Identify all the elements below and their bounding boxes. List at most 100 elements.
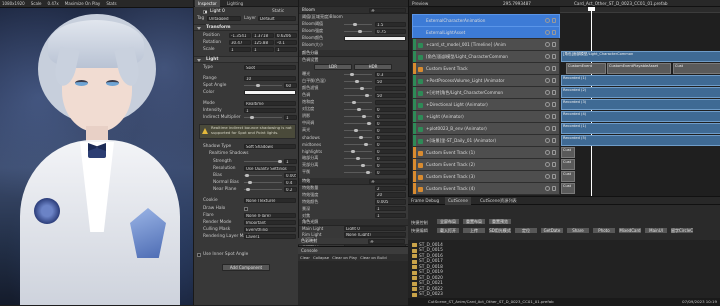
bloom-color-swatch[interactable]	[344, 35, 406, 41]
bias-slider[interactable]	[244, 173, 282, 177]
grading-field[interactable]: 50	[375, 78, 406, 84]
tab-lighting[interactable]: Lighting	[224, 0, 246, 7]
tab-console[interactable]: Console	[298, 247, 408, 254]
grading-field[interactable]: 0	[375, 134, 406, 140]
char-light-header[interactable]: 角色光照	[299, 219, 408, 226]
timeline-ruler[interactable]	[560, 7, 720, 13]
track-lock-icon[interactable]	[552, 54, 556, 59]
scale-value[interactable]: 0.47x	[48, 1, 59, 6]
clear-button[interactable]: Clear	[300, 254, 310, 261]
quick-edit-button[interactable]: SD用光模式	[488, 227, 512, 234]
quick-edit-button[interactable]: GetDate	[540, 227, 564, 234]
clear-on-build-button[interactable]: Clear on Build	[360, 254, 387, 261]
track-lock-icon[interactable]	[552, 66, 556, 71]
bloom-intensity-field[interactable]: 0.75	[375, 28, 406, 34]
track-lock-icon[interactable]	[552, 150, 556, 155]
grading-slider[interactable]	[344, 79, 372, 83]
clear-on-play-button[interactable]: Clear on Play	[332, 254, 357, 261]
rotation-y-field[interactable]: 125.88	[252, 39, 274, 45]
track-mute-icon[interactable]	[545, 150, 550, 155]
quick-edit-button[interactable]: 上传	[462, 227, 486, 234]
timeline-clip[interactable]: Recorded (2)	[561, 87, 720, 98]
grading-field[interactable]: 0	[375, 113, 406, 119]
tone-map-header[interactable]: 色彩映射 开	[298, 238, 408, 245]
spot-angle-slider[interactable]	[244, 83, 282, 87]
grading-slider[interactable]	[344, 149, 372, 153]
rotation-z-field[interactable]: -0.1	[275, 39, 297, 45]
grading-slider[interactable]	[344, 142, 372, 146]
timeline-clip[interactable]: Recorded (1)	[561, 123, 720, 134]
timeline-time-field[interactable]: 295.7993487	[503, 0, 531, 7]
grading-slider[interactable]	[344, 93, 372, 97]
quick-edit-button[interactable]: Share	[566, 227, 590, 234]
fx-field[interactable]: 0.005	[375, 199, 406, 205]
indirect-multiplier-slider[interactable]	[244, 115, 282, 119]
transform-header[interactable]: Transform	[194, 24, 298, 31]
timeline-clip[interactable]: CustomEvent	[566, 63, 606, 74]
grading-field[interactable]: 0	[375, 162, 406, 168]
draw-halo-checkbox[interactable]	[244, 206, 248, 211]
track-mute-icon[interactable]	[545, 162, 550, 167]
fx-field[interactable]: 2	[375, 185, 406, 191]
track-mute-icon[interactable]	[545, 186, 550, 191]
maximize-on-play-toggle[interactable]: Maximize On Play	[65, 1, 101, 6]
grading-slider[interactable]	[344, 121, 372, 125]
grading-slider[interactable]	[344, 100, 372, 104]
quick-edit-button[interactable]: 留字CircleChess	[670, 227, 694, 234]
grading-field[interactable]: 0	[375, 155, 406, 161]
grading-slider[interactable]	[344, 107, 372, 111]
strength-field[interactable]: 1	[284, 158, 297, 164]
resolution-dropdown[interactable]: 1080x1920	[2, 1, 25, 6]
bloom-threshold-field[interactable]: 1.5	[375, 21, 406, 27]
quick-edit-button[interactable]: MainUI	[644, 227, 668, 234]
track-lock-icon[interactable]	[552, 42, 556, 47]
grading-slider[interactable]	[344, 170, 372, 174]
grading-header[interactable]: 颜色分级	[299, 50, 408, 57]
scale-z-field[interactable]: 1	[275, 46, 297, 52]
track-mute-icon[interactable]	[545, 42, 550, 47]
fx-field[interactable]: 20	[375, 192, 406, 198]
track-lock-icon[interactable]	[552, 90, 556, 95]
bloom-threshold-slider[interactable]	[344, 22, 372, 26]
stats-toggle[interactable]: Stats	[106, 1, 116, 6]
timeline-clip[interactable]: Cust	[561, 159, 575, 170]
spot-angle-field[interactable]: 60	[284, 82, 297, 88]
object-active-checkbox[interactable]	[203, 9, 207, 14]
layer-dropdown[interactable]: Default	[258, 15, 296, 21]
near-plane-slider[interactable]	[244, 187, 282, 191]
track-lock-icon[interactable]	[552, 30, 556, 35]
grading-slider[interactable]	[344, 114, 372, 118]
track-mute-icon[interactable]	[545, 114, 550, 119]
track-mute-icon[interactable]	[545, 54, 550, 59]
bloom-header[interactable]: Bloom 开	[299, 7, 408, 14]
render-mode-dropdown[interactable]: Important	[244, 219, 296, 225]
shadow-type-dropdown[interactable]: Soft Shadows	[244, 143, 296, 149]
tab-preview[interactable]: Preview	[412, 0, 428, 7]
grading-field[interactable]: 50	[375, 92, 406, 98]
timeline-clip[interactable]: Cust	[561, 183, 575, 194]
grading-slider[interactable]	[344, 72, 372, 76]
light-type-dropdown[interactable]: Spot	[244, 64, 296, 70]
timeline-clip[interactable]: CustomEventPlayableAsset	[607, 63, 671, 74]
track-lock-icon[interactable]	[552, 114, 556, 119]
tab-frame-debug[interactable]: Frame Debug	[411, 197, 439, 205]
mode-dropdown[interactable]: Realtime	[244, 100, 296, 106]
object-name[interactable]: Light 0	[210, 9, 225, 14]
position-z-field[interactable]: 0.6206	[275, 32, 297, 38]
char-light-field[interactable]: None (Light)	[344, 231, 406, 237]
grading-slider[interactable]	[344, 128, 372, 132]
track-lock-icon[interactable]	[552, 126, 556, 131]
quick-control-button[interactable]: 重置布局	[462, 218, 486, 225]
track-lock-icon[interactable]	[552, 174, 556, 179]
grading-slider[interactable]	[344, 163, 372, 167]
game-view[interactable]: 1080x1920 Scale 0.47x Maximize On Play S…	[0, 0, 193, 305]
fx-header[interactable]: 特效 开	[299, 178, 408, 185]
track-mute-icon[interactable]	[545, 78, 550, 83]
add-component-button[interactable]: Add Component	[222, 264, 270, 271]
tab-cutscene-assets[interactable]: CutScene资源列表	[480, 197, 517, 205]
track-mute-icon[interactable]	[545, 138, 550, 143]
strength-slider[interactable]	[244, 159, 282, 163]
timeline-clip[interactable]: Recorded (4)	[561, 111, 720, 122]
grading-field[interactable]: 0	[375, 141, 406, 147]
rotation-x-field[interactable]: 30.47	[229, 39, 251, 45]
